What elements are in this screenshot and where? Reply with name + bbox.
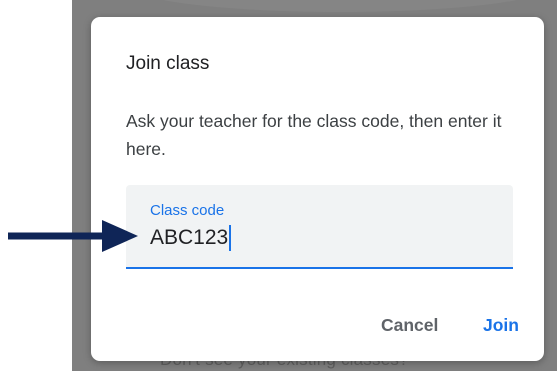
arrow-right-icon [8, 220, 138, 252]
class-code-input[interactable]: ABC123 [150, 225, 231, 251]
join-class-dialog: Join class Ask your teacher for the clas… [91, 17, 544, 361]
cancel-button[interactable]: Cancel [381, 315, 438, 336]
class-code-label: Class code [150, 202, 225, 219]
join-button[interactable]: Join [483, 315, 519, 336]
arrow-shaft [8, 232, 106, 240]
arrow-head [102, 220, 138, 252]
class-code-value: ABC123 [150, 226, 229, 249]
text-cursor [229, 225, 231, 251]
dialog-description: Ask your teacher for the class code, the… [126, 111, 502, 159]
class-code-field[interactable]: Class code ABC123 [126, 185, 513, 269]
dialog-title: Join class [126, 53, 210, 74]
screen: Don't see your existing classes? Join cl… [0, 0, 557, 371]
